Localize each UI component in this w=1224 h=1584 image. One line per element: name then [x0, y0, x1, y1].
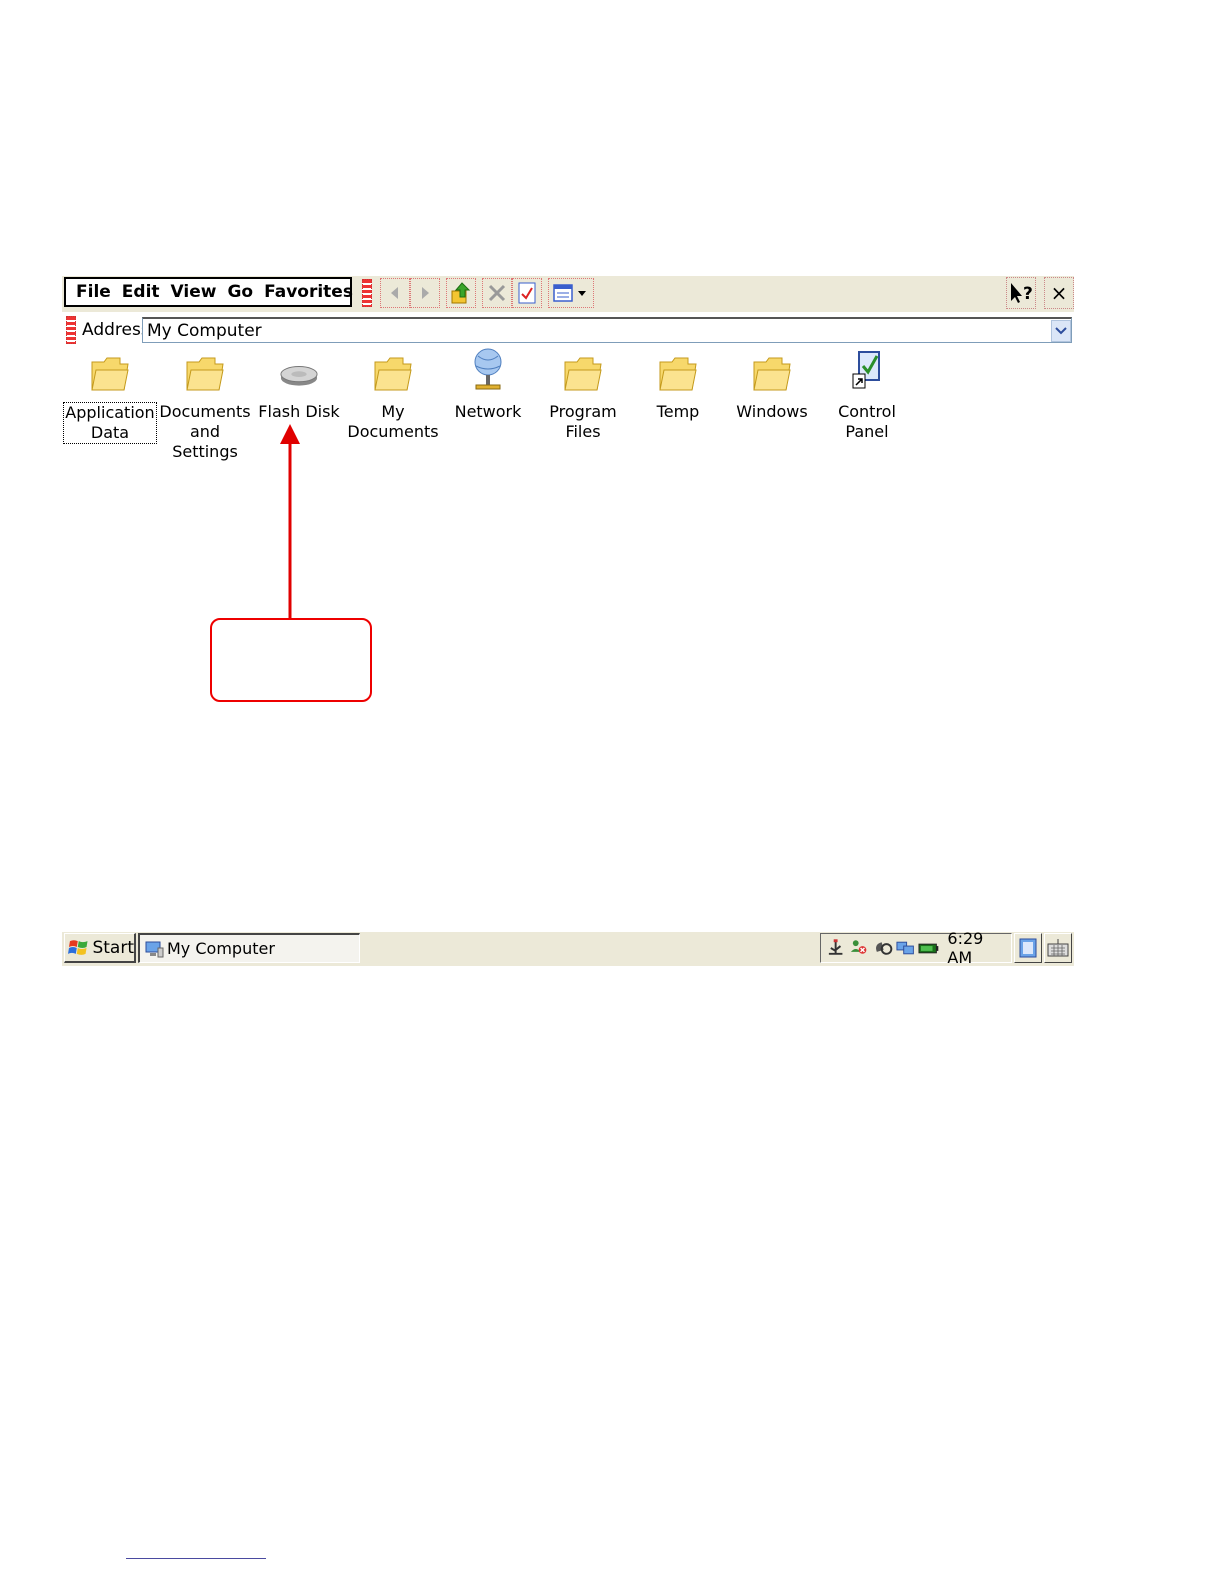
folder-application-data[interactable]: Application Data	[63, 350, 157, 444]
back-arrow-icon	[391, 287, 398, 299]
folder-icon	[186, 357, 224, 391]
properties-button[interactable]	[512, 278, 542, 308]
battery-icon[interactable]	[918, 938, 939, 958]
menu-view[interactable]: View	[169, 282, 226, 302]
keyboard-button[interactable]	[1044, 933, 1072, 963]
drive-icon	[280, 366, 318, 386]
delete-x-icon	[488, 284, 506, 302]
start-label: Start	[92, 937, 134, 958]
task-label: My Computer	[167, 939, 275, 958]
folder-view: Application Data Documents and Settings …	[62, 348, 1074, 461]
folder-temp[interactable]: Temp	[631, 350, 725, 422]
menu-file[interactable]: File	[74, 282, 120, 302]
folder-documents-and-settings[interactable]: Documents and Settings	[158, 350, 252, 462]
footnote-rule	[126, 1558, 266, 1559]
folder-label: Documents and Settings	[159, 402, 251, 461]
folder-icon	[564, 357, 602, 391]
properties-icon	[518, 282, 536, 304]
address-grip[interactable]	[66, 316, 76, 344]
desktop-switch-button[interactable]	[1014, 933, 1042, 963]
folder-label: Temp	[656, 402, 700, 421]
control-panel-icon	[852, 351, 880, 389]
forward-button[interactable]	[410, 278, 440, 308]
command-bar: File Edit View Go Favorites ? ×	[62, 276, 1074, 312]
folder-label: Network	[454, 402, 522, 421]
address-dropdown-button[interactable]	[1051, 320, 1071, 342]
users-icon[interactable]	[848, 938, 869, 958]
views-button[interactable]	[548, 278, 594, 308]
clock[interactable]: 6:29 AM	[947, 929, 1011, 967]
close-button[interactable]: ×	[1044, 277, 1074, 309]
start-button[interactable]: Start	[64, 933, 136, 963]
up-folder-button[interactable]	[446, 278, 476, 308]
folder-label: Flash Disk	[258, 402, 340, 421]
forward-arrow-icon	[422, 287, 429, 299]
keyboard-icon	[1047, 939, 1069, 957]
system-tray: 6:29 AM	[820, 929, 1012, 967]
callout-arrow	[280, 424, 300, 620]
network-status-icon[interactable]	[895, 938, 916, 958]
taskbar: Start My Computer 6:29 AM	[62, 929, 1074, 967]
folder-control-panel[interactable]: Control Panel	[820, 350, 914, 442]
folder-label: Windows	[736, 402, 808, 421]
menu-edit[interactable]: Edit	[120, 282, 169, 302]
folder-windows[interactable]: Windows	[725, 350, 819, 422]
address-label: Address	[82, 320, 150, 340]
folder-icon	[91, 357, 129, 391]
windows-logo-icon	[68, 939, 88, 955]
callout-box	[210, 618, 372, 702]
help-button[interactable]: ?	[1006, 277, 1036, 309]
folder-label: My Documents	[347, 402, 439, 441]
folder-label: Application Data	[63, 402, 157, 444]
folder-my-documents[interactable]: My Documents	[346, 350, 440, 442]
views-dropdown-icon	[553, 284, 586, 302]
toolbar-grip[interactable]	[362, 279, 372, 307]
desktop-icon	[1019, 938, 1037, 958]
up-folder-icon	[451, 282, 471, 304]
explorer-window: File Edit View Go Favorites ? × Address …	[62, 276, 1074, 461]
menu-bar: File Edit View Go Favorites	[64, 277, 353, 307]
drive-flash-disk[interactable]: Flash Disk	[252, 350, 346, 422]
folder-label: Control Panel	[838, 402, 896, 441]
usb-icon[interactable]	[825, 938, 846, 958]
bluetooth-icon[interactable]	[872, 938, 893, 958]
svg-text:?: ?	[1023, 284, 1033, 304]
network-icon	[474, 348, 502, 390]
folder-network[interactable]: Network	[441, 348, 535, 422]
help-pointer-icon: ?	[1011, 283, 1033, 304]
back-button[interactable]	[380, 278, 410, 308]
computer-icon	[145, 941, 164, 957]
menu-favorites[interactable]: Favorites	[262, 282, 362, 302]
folder-icon	[753, 357, 791, 391]
folder-icon	[374, 357, 412, 391]
folder-icon	[659, 357, 697, 391]
address-bar: Address My Computer	[62, 314, 1074, 346]
menu-go[interactable]: Go	[225, 282, 262, 302]
taskbar-my-computer[interactable]: My Computer	[138, 933, 360, 963]
chevron-down-icon	[1055, 327, 1067, 335]
delete-button[interactable]	[482, 278, 512, 308]
address-input[interactable]: My Computer	[142, 317, 1072, 343]
folder-label: Program Files	[549, 402, 617, 441]
folder-program-files[interactable]: Program Files	[536, 350, 630, 442]
